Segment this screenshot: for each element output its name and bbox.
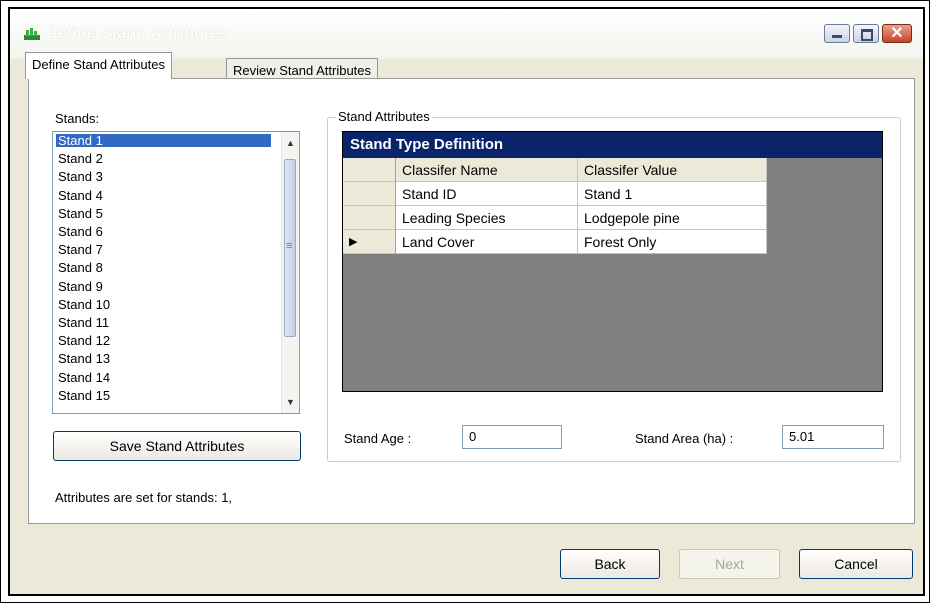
stands-scrollbar[interactable]: ▲ ≡ ▼ bbox=[281, 132, 299, 413]
list-item[interactable]: Stand 6 bbox=[56, 225, 271, 238]
current-row-icon[interactable]: ▶ bbox=[343, 230, 396, 254]
stands-label: Stands: bbox=[55, 111, 100, 126]
list-item[interactable]: Stand 14 bbox=[56, 371, 271, 384]
maximize-button[interactable] bbox=[853, 24, 879, 43]
stands-listbox[interactable]: ▲ ≡ ▼ Stand 1 Stand 2 Stand 3 Stand 4 Stand … bbox=[52, 131, 300, 414]
list-item[interactable]: Stand 9 bbox=[56, 280, 271, 293]
row-header[interactable] bbox=[343, 206, 396, 230]
table-cell[interactable]: Stand 1 bbox=[578, 182, 767, 206]
stand-age-input[interactable]: 0 bbox=[462, 425, 562, 449]
tab-define-stand-attributes[interactable]: Define Stand Attributes bbox=[25, 52, 172, 79]
scroll-thumb[interactable]: ≡ bbox=[284, 159, 296, 337]
stand-type-grid[interactable]: Stand Type Definition Classifer Name Cla… bbox=[342, 131, 883, 392]
grid-corner-cell bbox=[343, 158, 396, 182]
app-icon bbox=[24, 28, 40, 40]
back-button[interactable]: Back bbox=[560, 549, 660, 579]
list-item[interactable]: Stand 7 bbox=[56, 243, 271, 256]
row-header[interactable] bbox=[343, 182, 396, 206]
stand-area-label: Stand Area (ha) : bbox=[635, 431, 734, 446]
stand-area-input[interactable]: 5.01 bbox=[782, 425, 884, 449]
window-title: Define Stand Attributes bbox=[46, 25, 228, 42]
grid-title: Stand Type Definition bbox=[343, 132, 882, 158]
table-cell[interactable]: Leading Species bbox=[396, 206, 578, 230]
scroll-up-icon[interactable]: ▲ bbox=[286, 138, 295, 148]
list-item[interactable]: Stand 5 bbox=[56, 207, 271, 220]
list-item[interactable]: Stand 3 bbox=[56, 170, 271, 183]
table-cell[interactable]: Forest Only bbox=[578, 230, 767, 254]
cancel-button[interactable]: Cancel bbox=[799, 549, 913, 579]
save-stand-attributes-button[interactable]: Save Stand Attributes bbox=[53, 431, 301, 461]
stand-attributes-group-title: Stand Attributes bbox=[336, 109, 432, 124]
column-header-classifer-value[interactable]: Classifer Value bbox=[578, 158, 767, 182]
scroll-down-icon[interactable]: ▼ bbox=[286, 397, 295, 407]
table-cell[interactable]: Lodgepole pine bbox=[578, 206, 767, 230]
column-header-classifer-name[interactable]: Classifer Name bbox=[396, 158, 578, 182]
list-item[interactable]: Stand 8 bbox=[56, 261, 271, 274]
list-item[interactable]: Stand 12 bbox=[56, 334, 271, 347]
minimize-button[interactable] bbox=[824, 24, 850, 43]
next-button[interactable]: Next bbox=[679, 549, 780, 579]
list-item[interactable]: Stand 11 bbox=[56, 316, 271, 329]
stand-age-label: Stand Age : bbox=[344, 431, 412, 446]
table-cell[interactable]: Land Cover bbox=[396, 230, 578, 254]
list-item[interactable]: Stand 10 bbox=[56, 298, 271, 311]
list-item[interactable]: Stand 15 bbox=[56, 389, 271, 402]
close-button[interactable]: ✕ bbox=[882, 24, 912, 43]
table-cell[interactable]: Stand ID bbox=[396, 182, 578, 206]
list-item[interactable]: Stand 13 bbox=[56, 352, 271, 365]
list-item[interactable]: Stand 4 bbox=[56, 189, 271, 202]
status-text: Attributes are set for stands: 1, bbox=[55, 490, 233, 505]
close-icon: ✕ bbox=[890, 25, 904, 42]
list-item[interactable]: Stand 2 bbox=[56, 152, 271, 165]
list-item[interactable]: Stand 1 bbox=[56, 134, 271, 147]
scroll-grip-icon: ≡ bbox=[286, 240, 293, 252]
